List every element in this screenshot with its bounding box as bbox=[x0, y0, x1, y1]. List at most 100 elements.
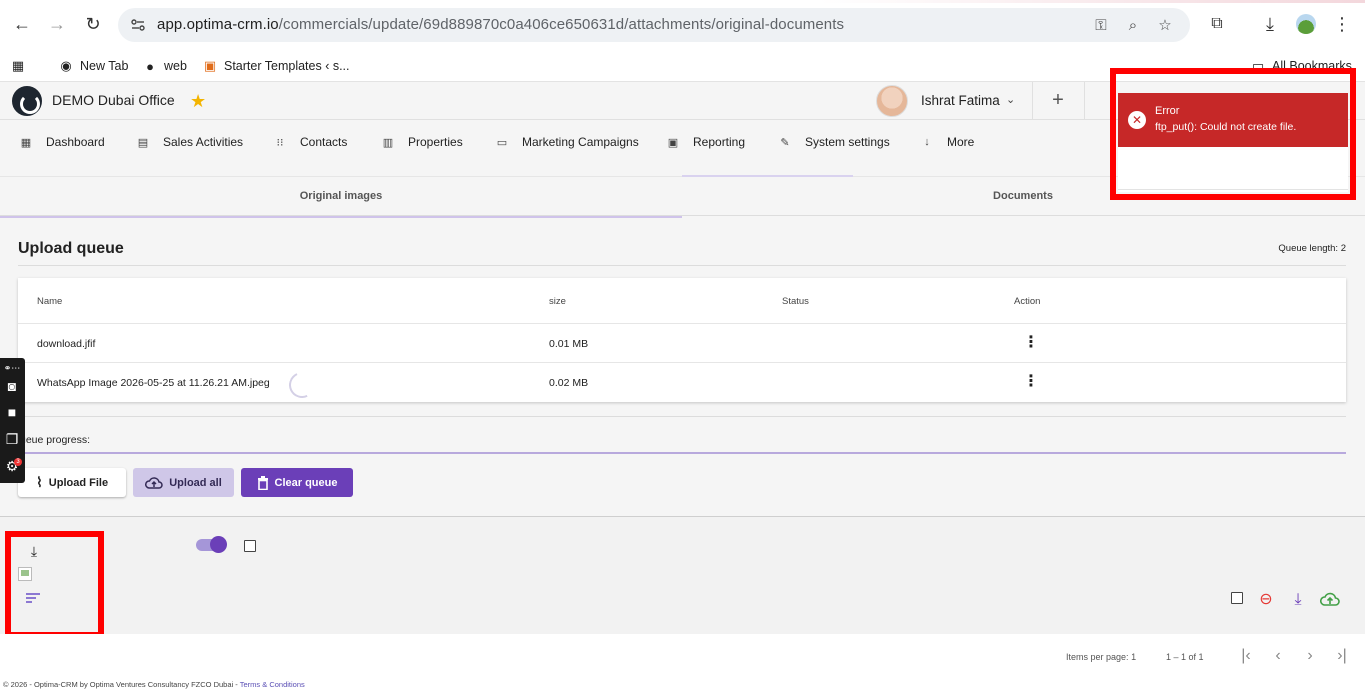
queue-progress-bar bbox=[18, 452, 1346, 454]
add-button[interactable]: + bbox=[1046, 88, 1070, 112]
first-page-icon[interactable]: |‹ bbox=[1237, 647, 1255, 665]
nav-label: Marketing Campaigns bbox=[522, 135, 639, 149]
nav-reporting[interactable]: ▣ Reporting bbox=[667, 133, 745, 151]
items-per-page: Items per page: 1 bbox=[1066, 652, 1136, 662]
column-header-size: size bbox=[549, 296, 566, 307]
chart-icon: ▣ bbox=[667, 136, 679, 149]
clear-queue-label: Clear queue bbox=[274, 476, 338, 489]
cloud-upload-icon bbox=[145, 476, 163, 489]
bookmark-starter-templates[interactable]: ▣ Starter Templates ‹ s... bbox=[202, 55, 350, 77]
table-row: download.jfif 0.01 MB ⋮ bbox=[18, 323, 1346, 362]
favorite-star-icon[interactable]: ★ bbox=[190, 91, 206, 112]
paginator: Items per page: 1 1 – 1 of 1 |‹ ‹ › ›| bbox=[0, 634, 1365, 680]
key-icon[interactable]: ⚿ bbox=[1092, 16, 1110, 34]
window-top-edge bbox=[0, 0, 1365, 3]
row-actions-icon[interactable]: ⋮ bbox=[1023, 374, 1039, 391]
link-more-icon[interactable]: ⚭⋯ bbox=[2, 358, 22, 378]
address-bar[interactable]: app.optima-crm.io/commercials/update/69d… bbox=[118, 8, 1190, 42]
sort-icon[interactable] bbox=[25, 591, 41, 605]
bookmark-new-tab[interactable]: ◉ New Tab bbox=[58, 55, 128, 77]
nav-label: Properties bbox=[408, 135, 463, 149]
template-icon: ▣ bbox=[203, 58, 217, 73]
upload-all-label: Upload all bbox=[169, 476, 222, 489]
app-logo[interactable] bbox=[12, 86, 42, 116]
next-page-icon[interactable]: › bbox=[1301, 647, 1319, 665]
notification-badge: 3 bbox=[14, 458, 22, 466]
file-list-panel bbox=[0, 517, 1365, 634]
page-range: 1 – 1 of 1 bbox=[1166, 652, 1204, 662]
select-all-checkbox[interactable] bbox=[1231, 592, 1243, 604]
video-icon[interactable]: ■ bbox=[2, 402, 22, 422]
grid-icon: ⁝⁝ bbox=[276, 136, 284, 149]
bookmark-star-icon[interactable]: ☆ bbox=[1156, 16, 1174, 34]
upload-file-label: Upload File bbox=[48, 476, 109, 489]
upload-all-button[interactable]: Upload all bbox=[133, 468, 234, 497]
chat-icon: ▭ bbox=[496, 136, 508, 149]
user-name[interactable]: Ishrat Fatima bbox=[921, 93, 1000, 108]
back-icon[interactable]: ← bbox=[10, 12, 34, 36]
clipboard-icon: ▤ bbox=[137, 136, 149, 149]
arrow-down-icon: ↓ bbox=[924, 136, 930, 148]
profile-icon[interactable] bbox=[1294, 12, 1318, 36]
remove-circle-icon[interactable]: ⊖ bbox=[1257, 591, 1275, 609]
nav-label: More bbox=[947, 135, 975, 149]
apps-grid-icon[interactable]: ▦ bbox=[10, 55, 26, 77]
loading-spinner-icon bbox=[285, 368, 319, 402]
avatar[interactable] bbox=[876, 85, 908, 117]
trash-icon bbox=[257, 475, 268, 490]
bookmark-web[interactable]: ● web bbox=[142, 55, 187, 77]
dashboard-icon: ▦ bbox=[20, 136, 32, 149]
chevron-down-icon[interactable]: ⌄ bbox=[1006, 93, 1015, 106]
terms-link[interactable]: Terms & Conditions bbox=[240, 680, 305, 689]
nav-sales-activities[interactable]: ▤ Sales Activities bbox=[137, 133, 243, 151]
nav-marketing-campaigns[interactable]: ▭ Marketing Campaigns bbox=[496, 133, 639, 151]
bookmark-label: Starter Templates ‹ s... bbox=[224, 59, 350, 73]
last-page-icon[interactable]: ›| bbox=[1333, 647, 1351, 665]
url-path: /commercials/update/69d889870c0a406ce650… bbox=[278, 16, 845, 33]
site-settings-icon[interactable] bbox=[130, 17, 146, 33]
download-icon[interactable]: ⤓ bbox=[26, 543, 42, 559]
zoom-icon[interactable]: ⌕ bbox=[1124, 16, 1142, 34]
download-icon[interactable]: ⤓ bbox=[1289, 591, 1307, 609]
building-icon: ▥ bbox=[382, 136, 394, 149]
nav-label: Sales Activities bbox=[163, 135, 244, 149]
footer-text: © 2026 - Optima-CRM by Optima Ventures C… bbox=[3, 680, 240, 689]
previous-page-icon[interactable]: ‹ bbox=[1269, 647, 1287, 665]
upload-file-button[interactable]: ⌇ Upload File bbox=[18, 468, 126, 497]
reload-icon[interactable]: ↻ bbox=[81, 12, 105, 36]
extensions-icon[interactable]: ⧉ bbox=[1205, 12, 1229, 36]
file-name: WhatsApp Image 2026-05-25 at 11.26.21 AM… bbox=[37, 377, 270, 389]
divider bbox=[18, 265, 1346, 266]
settings-icon: ✎ bbox=[780, 136, 790, 149]
clear-queue-button[interactable]: Clear queue bbox=[241, 468, 353, 497]
items-per-page-label: Items per page: bbox=[1066, 652, 1129, 662]
screens-icon[interactable]: ❐ bbox=[2, 429, 22, 449]
upload-queue-table: Name size Status Action download.jfif 0.… bbox=[18, 278, 1346, 402]
highlight-box bbox=[1110, 68, 1356, 200]
nav-more[interactable]: ↓ More bbox=[921, 133, 974, 151]
nav-properties[interactable]: ▥ Properties bbox=[382, 133, 463, 151]
paperclip-icon: ⌇ bbox=[35, 474, 43, 490]
divider bbox=[1032, 82, 1033, 120]
row-actions-icon[interactable]: ⋮ bbox=[1023, 335, 1039, 352]
cloud-upload-icon[interactable] bbox=[1319, 591, 1340, 609]
footer: © 2026 - Optima-CRM by Optima Ventures C… bbox=[0, 680, 1365, 693]
url-text[interactable]: app.optima-crm.io/commercials/update/69d… bbox=[157, 16, 844, 33]
office-name[interactable]: DEMO Dubai Office bbox=[52, 92, 175, 108]
bookmark-label: New Tab bbox=[80, 59, 129, 73]
file-name: download.jfif bbox=[37, 338, 96, 350]
nav-label: System settings bbox=[805, 135, 890, 149]
image-thumbnail[interactable] bbox=[18, 567, 32, 581]
menu-kebab-icon[interactable]: ⋮ bbox=[1330, 12, 1354, 36]
camera-icon[interactable]: ◙ bbox=[2, 376, 22, 396]
toggle-switch[interactable] bbox=[196, 536, 227, 553]
download-icon[interactable]: ⤓ bbox=[1258, 12, 1282, 36]
tab-original-images[interactable]: Original images bbox=[0, 177, 682, 218]
nav-dashboard[interactable]: ▦ Dashboard bbox=[20, 133, 105, 151]
checkbox[interactable] bbox=[244, 540, 256, 552]
nav-system-settings[interactable]: ✎ System settings bbox=[779, 133, 890, 151]
nav-contacts[interactable]: ⁝⁝ Contacts bbox=[274, 133, 348, 151]
items-per-page-select[interactable]: 1 bbox=[1131, 652, 1136, 662]
forward-icon[interactable]: → bbox=[45, 12, 69, 36]
floating-toolbar: ⚭⋯ ◙ ■ ❐ ⚙ 3 bbox=[0, 358, 25, 483]
